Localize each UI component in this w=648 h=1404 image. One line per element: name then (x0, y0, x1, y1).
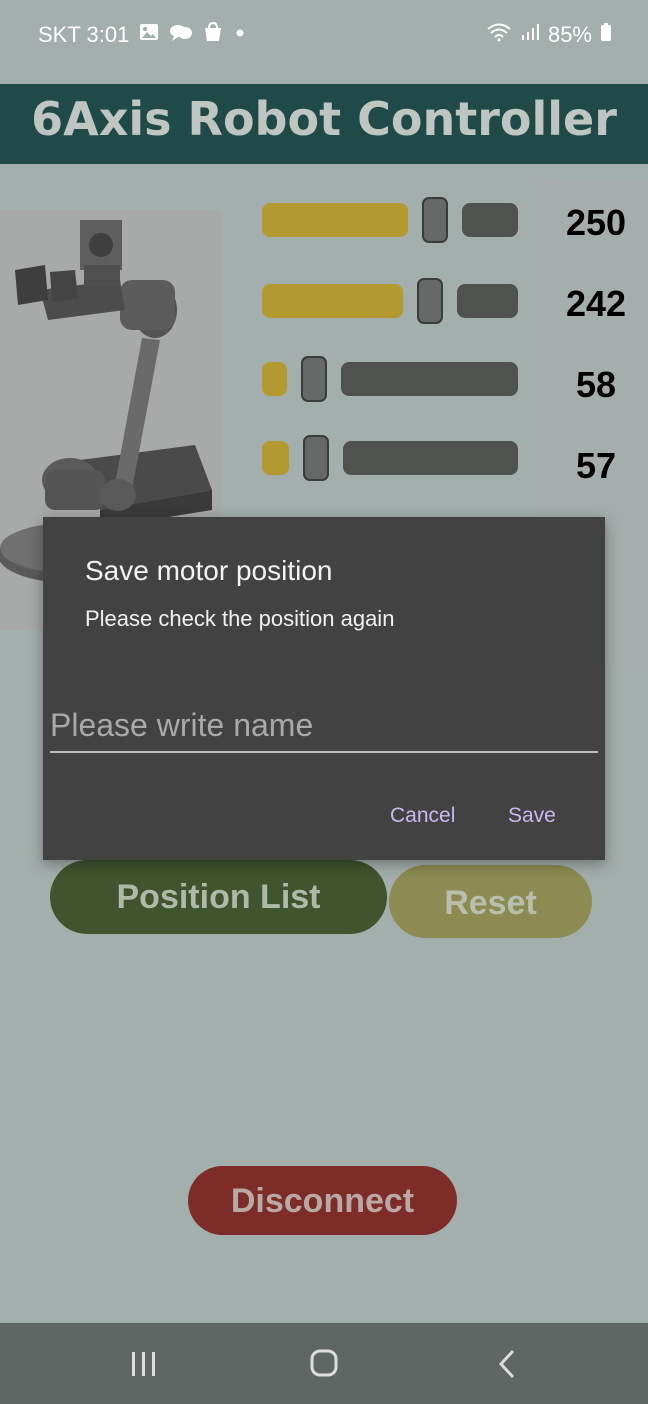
signal-icon (520, 22, 540, 48)
motor-3-slider[interactable] (262, 356, 518, 402)
cancel-button[interactable]: Cancel (390, 804, 455, 828)
slider-fill (262, 441, 289, 475)
position-list-button[interactable]: Position List (50, 860, 387, 934)
motor-1-value: 250 (565, 202, 627, 243)
slider-thumb[interactable] (301, 356, 327, 402)
motor-4-value: 57 (575, 445, 617, 486)
save-button[interactable]: Save (508, 804, 556, 828)
motor-2-value: 242 (565, 283, 627, 324)
battery-percent: 85% (547, 22, 592, 47)
recent-apps-icon[interactable] (124, 1347, 164, 1381)
navigation-bar (0, 1323, 648, 1404)
slider-thumb[interactable] (303, 435, 329, 481)
slider-fill (262, 284, 403, 318)
motor-1-slider[interactable] (262, 197, 518, 243)
motor-4-slider[interactable] (262, 435, 518, 481)
slider-track (462, 203, 518, 237)
dot-icon (233, 22, 247, 48)
app-title: 6Axis Robot Controller (31, 92, 617, 146)
chat-icon (169, 22, 193, 48)
slider-track (343, 441, 518, 475)
save-position-dialog: Save motor position Please check the pos… (43, 517, 605, 860)
status-bar-left: SKT 3:01 (38, 21, 247, 48)
slider-thumb[interactable] (422, 197, 448, 243)
motor-2-slider[interactable] (262, 278, 518, 324)
status-bar: SKT 3:01 85% (0, 0, 648, 72)
back-icon[interactable] (487, 1347, 527, 1381)
dialog-message: Please check the position again (85, 606, 395, 631)
slider-fill (262, 362, 287, 396)
motor-3-value: 58 (575, 364, 617, 405)
status-bar-right: 85% (486, 22, 612, 48)
home-icon[interactable] (304, 1347, 344, 1381)
battery-icon (600, 22, 612, 48)
dialog-title: Save motor position (85, 555, 333, 586)
title-bar: 6Axis Robot Controller (0, 84, 648, 164)
slider-thumb[interactable] (417, 278, 443, 324)
shopping-bag-icon (203, 21, 223, 48)
wifi-icon (486, 22, 512, 48)
reset-button[interactable]: Reset (389, 865, 592, 938)
position-name-input[interactable] (50, 699, 598, 753)
slider-track (341, 362, 518, 396)
gallery-icon (139, 22, 159, 48)
disconnect-button[interactable]: Disconnect (188, 1166, 457, 1235)
slider-fill (262, 203, 408, 237)
slider-track (457, 284, 518, 318)
status-time: SKT 3:01 (38, 22, 130, 47)
